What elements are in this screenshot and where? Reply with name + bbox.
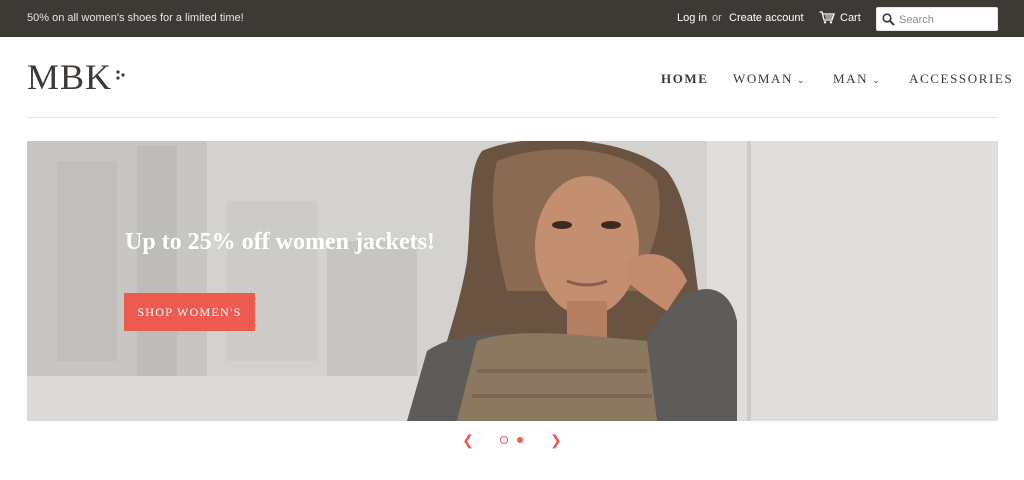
cart-link[interactable]: Cart	[840, 12, 861, 24]
nav-woman-label: WOMAN	[733, 71, 793, 86]
announcement-bar: 50% on all women's shoes for a limited t…	[0, 0, 1024, 37]
slide-dot-1[interactable]	[500, 436, 508, 444]
search-input[interactable]	[899, 11, 995, 28]
hero-photo	[27, 141, 998, 421]
search-icon[interactable]	[882, 13, 895, 26]
nav-home[interactable]: HOME	[661, 71, 709, 87]
login-link[interactable]: Log in	[677, 12, 707, 24]
nav-man[interactable]: MAN ⌄	[833, 71, 880, 87]
cart-icon[interactable]	[819, 11, 835, 24]
nav-man-label: MAN	[833, 71, 869, 86]
chevron-right-icon[interactable]: ❯	[548, 432, 564, 448]
header-divider	[27, 117, 998, 118]
shop-womens-button[interactable]: SHOP WOMEN'S	[124, 293, 255, 331]
or-separator: or	[712, 12, 722, 24]
chevron-left-icon[interactable]: ❮	[460, 432, 476, 448]
logo-dots-icon	[116, 70, 125, 80]
hero-slide[interactable]: Up to 25% off women jackets! SHOP WOMEN'…	[27, 141, 998, 421]
nav-woman[interactable]: WOMAN ⌄	[733, 71, 805, 87]
announcement-text: 50% on all women's shoes for a limited t…	[27, 12, 244, 24]
nav-accessories[interactable]: ACCESSORIES	[909, 71, 1013, 87]
chevron-down-icon: ⌄	[797, 75, 805, 85]
site-logo[interactable]: MBK	[27, 57, 112, 97]
hero-headline: Up to 25% off women jackets!	[125, 229, 435, 255]
search-box[interactable]	[876, 7, 998, 31]
slide-dot-2[interactable]	[517, 437, 523, 443]
create-account-link[interactable]: Create account	[729, 12, 804, 24]
chevron-down-icon: ⌄	[872, 75, 880, 85]
